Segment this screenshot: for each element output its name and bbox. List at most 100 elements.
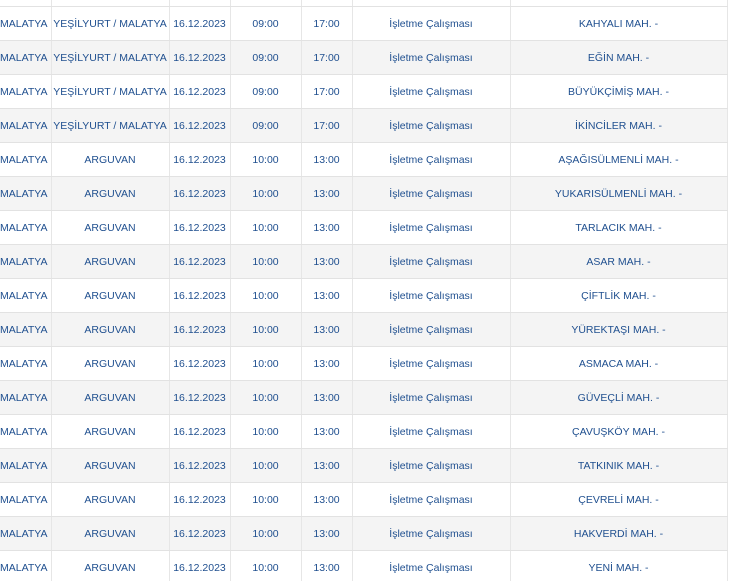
work-type-cell: İşletme Çalışması xyxy=(352,108,511,143)
neighborhood-cell: TARLACIK MAH. - xyxy=(510,210,728,245)
start-time-cell: 09:00 xyxy=(230,40,302,75)
date-cell: 16.12.2023 xyxy=(169,40,231,75)
city-cell: MALATYA xyxy=(0,516,52,551)
city-cell: MALATYA xyxy=(0,448,52,483)
neighborhood-cell: TATKINIK MAH. - xyxy=(510,448,728,483)
district-cell: ARGUVAN xyxy=(51,346,170,381)
date-cell: 16.12.2023 xyxy=(169,108,231,143)
neighborhood-cell: HAKVERDİ MAH. - xyxy=(510,516,728,551)
start-time-cell: 10:00 xyxy=(230,448,302,483)
end-time-cell: 13:00 xyxy=(301,176,353,211)
district-cell: YEŞİLYURT / MALATYA xyxy=(51,74,170,109)
start-time-cell: 10:00 xyxy=(230,516,302,551)
work-type-cell: İşletme Çalışması xyxy=(352,346,511,381)
work-type-cell: İşletme Çalışması xyxy=(352,244,511,279)
start-time-cell: 10:00 xyxy=(230,482,302,517)
district-cell: ARGUVAN xyxy=(51,312,170,347)
city-cell: MALATYA xyxy=(0,210,52,245)
date-cell: 16.12.2023 xyxy=(169,244,231,279)
date-cell: 16.12.2023 xyxy=(169,448,231,483)
neighborhood-cell: ASAR MAH. - xyxy=(510,244,728,279)
table-row: MALATYA ARGUVAN 16.12.2023 10:00 13:00 İşletm… xyxy=(0,550,728,581)
date-cell: 16.12.2023 xyxy=(169,380,231,415)
neighborhood-cell: BÜYÜKÇİMİŞ MAH. - xyxy=(510,74,728,109)
table-row: MALATYA ARGUVAN 16.12.2023 10:00 13:00 İşletm… xyxy=(0,414,728,449)
district-cell: ARGUVAN xyxy=(51,414,170,449)
table-row: MALATYA ARGUVAN 16.12.2023 10:00 13:00 İşletm… xyxy=(0,380,728,415)
work-type-cell: İşletme Çalışması xyxy=(352,448,511,483)
date-cell: 16.12.2023 xyxy=(169,142,231,177)
end-time-cell: 13:00 xyxy=(301,142,353,177)
city-cell: MALATYA xyxy=(0,312,52,347)
district-cell: ARGUVAN xyxy=(51,142,170,177)
work-type-cell: İşletme Çalışması xyxy=(352,74,511,109)
date-cell: 16.12.2023 xyxy=(169,312,231,347)
city-cell: MALATYA xyxy=(0,278,52,313)
end-time-cell: 17:00 xyxy=(301,6,353,41)
table-row: MALATYA ARGUVAN 16.12.2023 10:00 13:00 İşletm… xyxy=(0,482,728,517)
outage-table-container[interactable]: MALATYA YEŞİLYURT / MALATYA 16.12.2023 09:0… xyxy=(0,0,729,581)
work-type-cell: İşletme Çalışması xyxy=(352,176,511,211)
start-time-cell: 10:00 xyxy=(230,550,302,581)
city-cell: MALATYA xyxy=(0,108,52,143)
end-time-cell: 13:00 xyxy=(301,210,353,245)
district-cell: ARGUVAN xyxy=(51,448,170,483)
work-type-cell: İşletme Çalışması xyxy=(352,142,511,177)
neighborhood-cell: EĞİN MAH. - xyxy=(510,40,728,75)
date-cell: 16.12.2023 xyxy=(169,6,231,41)
table-row: MALATYA ARGUVAN 16.12.2023 10:00 13:00 İşletm… xyxy=(0,244,728,279)
start-time-cell: 09:00 xyxy=(230,108,302,143)
neighborhood-cell: GÜVEÇLİ MAH. - xyxy=(510,380,728,415)
neighborhood-cell: KAHYALI MAH. - xyxy=(510,6,728,41)
date-cell: 16.12.2023 xyxy=(169,482,231,517)
district-cell: ARGUVAN xyxy=(51,278,170,313)
date-cell: 16.12.2023 xyxy=(169,414,231,449)
end-time-cell: 17:00 xyxy=(301,40,353,75)
neighborhood-cell: YUKARISÜLMENLİ MAH. - xyxy=(510,176,728,211)
district-cell: YEŞİLYURT / MALATYA xyxy=(51,6,170,41)
city-cell: MALATYA xyxy=(0,550,52,581)
city-cell: MALATYA xyxy=(0,176,52,211)
date-cell: 16.12.2023 xyxy=(169,176,231,211)
city-cell: MALATYA xyxy=(0,346,52,381)
neighborhood-cell: ÇİFTLİK MAH. - xyxy=(510,278,728,313)
start-time-cell: 10:00 xyxy=(230,142,302,177)
start-time-cell: 10:00 xyxy=(230,346,302,381)
table-row: MALATYAYEŞİLYURT / MALATYA16.12.202309:0… xyxy=(0,74,728,109)
neighborhood-cell: YÜREKTAŞI MAH. - xyxy=(510,312,728,347)
date-cell: 16.12.2023 xyxy=(169,550,231,581)
end-time-cell: 13:00 xyxy=(301,312,353,347)
start-time-cell: 10:00 xyxy=(230,312,302,347)
work-type-cell: İşletme Çalışması xyxy=(352,6,511,41)
start-time-cell: 09:00 xyxy=(230,74,302,109)
neighborhood-cell: ÇAVUŞKÖY MAH. - xyxy=(510,414,728,449)
city-cell: MALATYA xyxy=(0,482,52,517)
date-cell: 16.12.2023 xyxy=(169,278,231,313)
table-row: MALATYA ARGUVAN 16.12.2023 10:00 13:00 İşletm… xyxy=(0,278,728,313)
date-cell: 16.12.2023 xyxy=(169,516,231,551)
work-type-cell: İşletme Çalışması xyxy=(352,380,511,415)
city-cell: MALATYA xyxy=(0,40,52,75)
outage-table: MALATYA YEŞİLYURT / MALATYA 16.12.2023 09:0… xyxy=(0,0,728,581)
table-row: MALATYA ARGUVAN 16.12.2023 10:00 13:00 İşletm… xyxy=(0,346,728,381)
date-cell: 16.12.2023 xyxy=(169,210,231,245)
district-cell: YEŞİLYURT / MALATYA xyxy=(51,40,170,75)
start-time-cell: 10:00 xyxy=(230,278,302,313)
table-row: MALATYA ARGUVAN 16.12.2023 10:00 13:00 İşletm… xyxy=(0,142,728,177)
date-cell: 16.12.2023 xyxy=(169,74,231,109)
end-time-cell: 17:00 xyxy=(301,108,353,143)
table-row: MALATYA ARGUVAN 16.12.2023 10:00 13:00 İşletm… xyxy=(0,448,728,483)
district-cell: ARGUVAN xyxy=(51,210,170,245)
end-time-cell: 13:00 xyxy=(301,414,353,449)
end-time-cell: 13:00 xyxy=(301,346,353,381)
work-type-cell: İşletme Çalışması xyxy=(352,210,511,245)
end-time-cell: 13:00 xyxy=(301,278,353,313)
work-type-cell: İşletme Çalışması xyxy=(352,278,511,313)
district-cell: ARGUVAN xyxy=(51,482,170,517)
district-cell: ARGUVAN xyxy=(51,516,170,551)
city-cell: MALATYA xyxy=(0,6,52,41)
end-time-cell: 13:00 xyxy=(301,482,353,517)
district-cell: ARGUVAN xyxy=(51,176,170,211)
table-row: MALATYA ARGUVAN 16.12.2023 10:00 13:00 İşletm… xyxy=(0,516,728,551)
end-time-cell: 13:00 xyxy=(301,448,353,483)
